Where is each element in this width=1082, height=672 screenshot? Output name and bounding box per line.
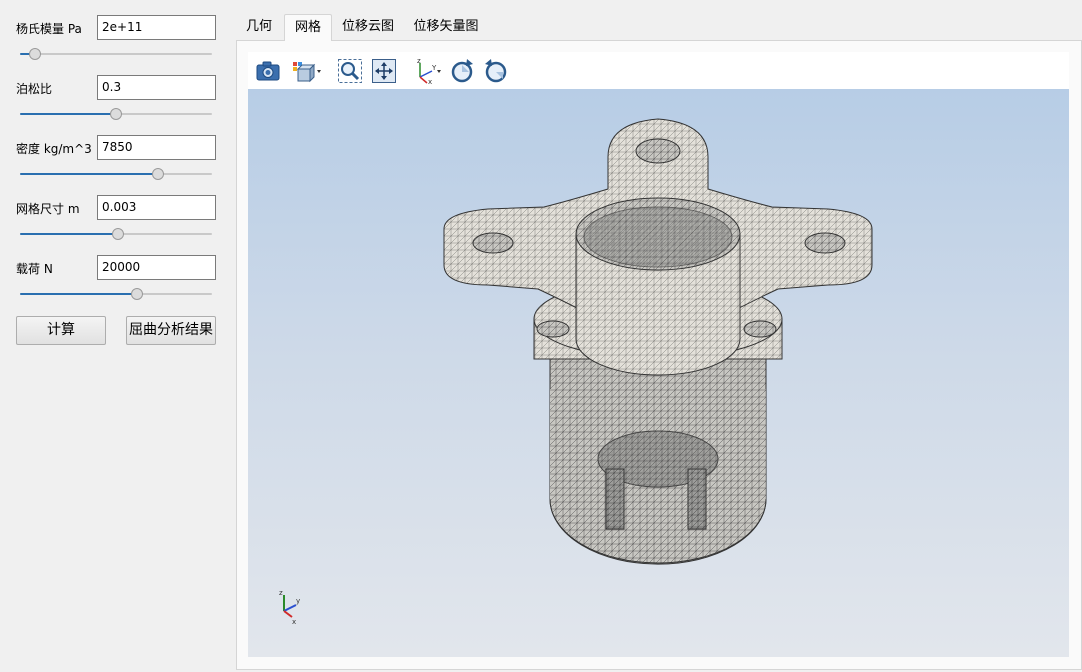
rotate-ccw-icon[interactable] <box>482 57 510 85</box>
fit-all-icon[interactable] <box>370 57 398 85</box>
density-input[interactable]: 7850 <box>97 135 216 160</box>
camera-icon[interactable] <box>254 57 282 85</box>
mesh-size-label: 网格尺寸 m <box>16 202 80 216</box>
param-row-load: 载荷 N 20000 <box>16 255 216 280</box>
compute-button[interactable]: 计算 <box>16 316 106 345</box>
axes-icon[interactable]: z Y x <box>412 57 444 85</box>
param-row-youngs-modulus: 杨氏模量 Pa 2e+11 <box>16 15 216 40</box>
param-row-poisson-ratio: 泊松比 0.3 <box>16 75 216 100</box>
slider-thumb[interactable] <box>152 168 165 180</box>
tab-geometry[interactable]: 几何 <box>240 14 278 40</box>
app-window: 杨氏模量 Pa 2e+11 泊松比 0.3 密度 kg/m^3 7850 网格尺… <box>0 0 1082 672</box>
poisson-ratio-slider[interactable] <box>20 107 212 121</box>
slider-thumb[interactable] <box>131 288 144 300</box>
tab-displacement-contour[interactable]: 位移云图 <box>338 14 398 40</box>
param-row-density: 密度 kg/m^3 7850 <box>16 135 216 160</box>
density-slider[interactable] <box>20 167 212 181</box>
poisson-ratio-label: 泊松比 <box>16 82 53 96</box>
3d-viewport[interactable]: z y x <box>248 89 1069 657</box>
parameter-panel: 杨氏模量 Pa 2e+11 泊松比 0.3 密度 kg/m^3 7850 网格尺… <box>0 0 232 672</box>
youngs-modulus-slider[interactable] <box>20 47 212 61</box>
tab-mesh[interactable]: 网格 <box>284 14 332 41</box>
svg-text:y: y <box>296 597 300 605</box>
slider-thumb[interactable] <box>110 108 122 120</box>
mesh-model: z y x <box>279 118 873 626</box>
rotate-cw-icon[interactable] <box>448 57 476 85</box>
load-input[interactable]: 20000 <box>97 255 216 280</box>
load-label: 载荷 N <box>16 262 53 276</box>
svg-text:z: z <box>279 589 283 597</box>
view-cube-icon[interactable] <box>290 57 324 85</box>
poisson-ratio-input[interactable]: 0.3 <box>97 75 216 100</box>
svg-text:Y: Y <box>431 64 437 72</box>
svg-text:z: z <box>417 57 421 65</box>
slider-thumb[interactable] <box>29 48 42 60</box>
tab-displacement-vector[interactable]: 位移矢量图 <box>410 14 482 40</box>
buckling-result-button[interactable]: 屈曲分析结果 <box>126 316 216 345</box>
param-row-mesh-size: 网格尺寸 m 0.003 <box>16 195 216 220</box>
axis-triad: z y x <box>279 589 300 626</box>
load-slider[interactable] <box>20 287 212 301</box>
youngs-modulus-input[interactable]: 2e+11 <box>97 15 216 40</box>
viewer-toolbar: z Y x <box>248 52 1069 89</box>
svg-text:x: x <box>292 618 296 626</box>
mesh-size-input[interactable]: 0.003 <box>97 195 216 220</box>
svg-text:x: x <box>428 78 432 85</box>
mesh-size-slider[interactable] <box>20 227 212 241</box>
youngs-modulus-label: 杨氏模量 Pa <box>16 22 82 36</box>
slider-thumb[interactable] <box>111 228 124 240</box>
density-label: 密度 kg/m^3 <box>16 142 92 156</box>
zoom-box-icon[interactable] <box>336 57 364 85</box>
